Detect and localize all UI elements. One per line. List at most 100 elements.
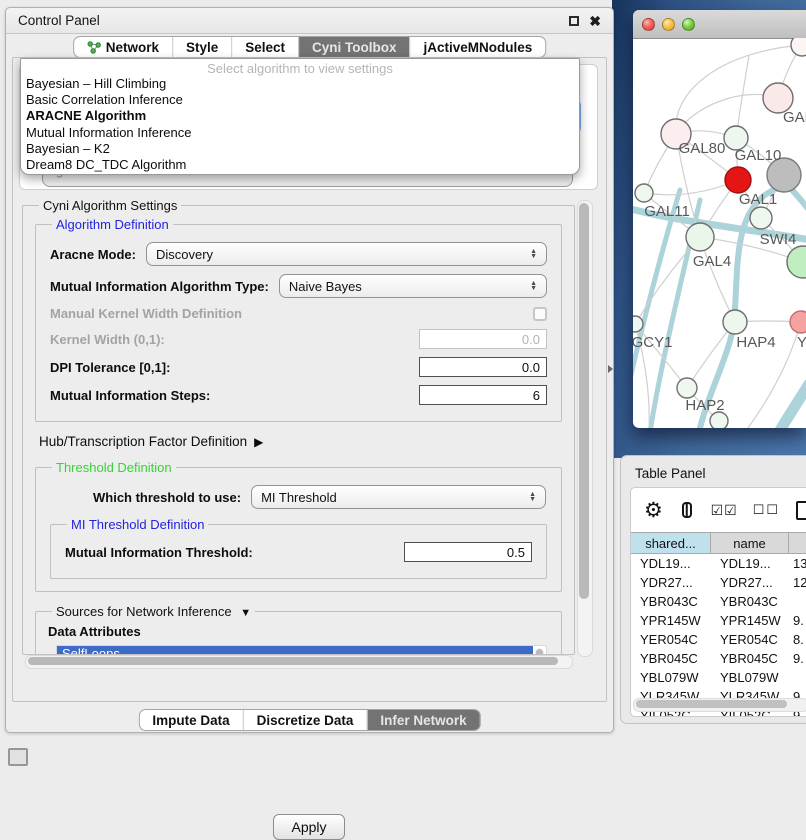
node-label-gal1: GAL1 [739, 191, 777, 208]
float-window-icon[interactable] [569, 16, 579, 26]
close-panel-icon[interactable]: ✖ [589, 14, 601, 28]
collapsed-panel-icon[interactable] [8, 748, 28, 766]
aracne-mode-select[interactable]: Discovery ▲▼ [146, 242, 547, 266]
network-node[interactable] [725, 167, 751, 193]
popup-item-dream8-dc-tdc-algorithm[interactable]: Dream8 DC_TDC Algorithm [21, 157, 579, 173]
mi-algorithm-type-select[interactable]: Naive Bayes ▲▼ [279, 274, 547, 298]
document-icon[interactable] [796, 501, 806, 520]
tab-label: Infer Network [380, 713, 466, 728]
table-cell: YBR045C [711, 651, 789, 666]
network-node[interactable] [791, 38, 806, 56]
popup-item-bayesian-hill-climbing[interactable]: Bayesian – Hill Climbing [21, 76, 579, 92]
network-node-hap2[interactable] [677, 378, 697, 398]
settings-horizontal-scrollbar[interactable] [25, 655, 573, 669]
table-row[interactable]: YPR145WYPR145W9. [631, 611, 806, 630]
tab-select[interactable]: Select [231, 37, 298, 57]
table-row[interactable]: YBR043CYBR043C [631, 592, 806, 611]
tab-network[interactable]: Network [74, 37, 172, 57]
split-column-icon[interactable] [682, 502, 692, 518]
node-label-gal11: GAL11 [644, 203, 690, 220]
close-window-icon[interactable] [642, 18, 655, 31]
kernel-width-field: 0.0 [419, 329, 547, 349]
table-row[interactable]: YDR27...YDR27...12 [631, 573, 806, 592]
control-panel-titlebar: Control Panel ✖ [6, 8, 613, 34]
spinner-arrows-icon: ▲▼ [521, 492, 536, 502]
unchecked-boxes-icon[interactable]: ☐☐ [753, 502, 780, 518]
gear-icon[interactable]: ⚙ [644, 500, 663, 521]
table-row[interactable]: YER054CYER054C8. [631, 630, 806, 649]
table-panel-title: Table Panel [635, 466, 706, 481]
expand-right-icon: ▶ [254, 435, 263, 449]
network-node-gal11[interactable] [635, 184, 653, 202]
node-label-gal: GAL [783, 109, 806, 126]
manual-kernel-checkbox[interactable] [533, 307, 547, 321]
zoom-window-icon[interactable] [682, 18, 695, 31]
table-row[interactable]: YBR045CYBR045C9. [631, 649, 806, 668]
tab-cyni-toolbox[interactable]: Cyni Toolbox [298, 37, 410, 57]
dpi-tolerance-field[interactable]: 0.0 [419, 357, 547, 377]
minimize-window-icon[interactable] [662, 18, 675, 31]
network-icon [87, 41, 101, 54]
cyni-algorithm-settings-group: Cyni Algorithm Settings Algorithm Defini… [22, 198, 575, 655]
panel-collapse-arrow-icon[interactable] [608, 365, 613, 373]
table-cell: 9. [789, 613, 806, 628]
sources-title[interactable]: Sources for Network Inference ▼ [52, 604, 255, 619]
tab-jactivemnodules[interactable]: jActiveMNodules [410, 37, 546, 57]
table-row[interactable]: YDL19...YDL19...13 [631, 554, 806, 573]
table-cell: 9. [789, 651, 806, 666]
network-view-window[interactable]: GALGAL80GAL10GAL1GAL11GAL4SWI4GCY1HAP4YH… [633, 10, 806, 428]
tab-style[interactable]: Style [172, 37, 231, 57]
node-label-swi4: SWI4 [760, 231, 797, 248]
node-label-gal80: GAL80 [679, 140, 726, 157]
apply-button[interactable]: Apply [273, 814, 344, 840]
table-cell: YDL19... [631, 556, 711, 571]
popup-item-mutual-information-inference[interactable]: Mutual Information Inference [21, 125, 579, 141]
table-toolbar: ⚙ ☑☑ ☐☐ [631, 488, 806, 532]
which-threshold-select[interactable]: MI Threshold ▲▼ [251, 485, 546, 509]
tab-label: jActiveMNodules [424, 40, 533, 55]
column-header-name[interactable]: name [711, 533, 789, 553]
table-horizontal-scrollbar[interactable] [633, 698, 806, 712]
popup-item-bayesian-k2[interactable]: Bayesian – K2 [21, 141, 579, 157]
column-header-2[interactable] [789, 533, 806, 553]
mi-threshold-definition-group: MI Threshold Definition Mutual Informati… [50, 517, 547, 579]
settings-group-title: Cyni Algorithm Settings [39, 198, 181, 213]
network-node-y[interactable] [790, 311, 806, 333]
mi-steps-field[interactable]: 6 [419, 385, 547, 405]
network-node-gcy1[interactable] [633, 316, 643, 332]
network-node-hap4[interactable] [723, 310, 747, 334]
network-node-swi4[interactable] [787, 246, 806, 278]
table-cell: 13 [789, 556, 806, 571]
checked-boxes-icon[interactable]: ☑☑ [711, 502, 738, 519]
node-label-y: Y [797, 334, 806, 351]
data-attributes-list[interactable]: SelfLoopsTopologicalCoefficientBetweenne… [56, 645, 547, 655]
mi-threshold-field[interactable]: 0.5 [404, 542, 532, 562]
bottom-tab-infer-network[interactable]: Infer Network [366, 710, 479, 730]
cyni-bottom-tabstrip: Impute DataDiscretize Data Infer Network [138, 709, 480, 731]
kernel-width-label: Kernel Width (0,1): [50, 332, 165, 347]
mi-threshold-definition-title: MI Threshold Definition [67, 517, 208, 532]
popup-item-aracne-algorithm[interactable]: ARACNE Algorithm [21, 108, 579, 124]
network-node-gal4[interactable] [686, 223, 714, 251]
bottom-tab-impute-data[interactable]: Impute Data [139, 710, 242, 730]
table-panel-body: ⚙ ☑☑ ☐☐ shared...name YDL19...YDL19...13… [630, 487, 806, 717]
settings-vertical-scrollbar[interactable] [577, 200, 593, 657]
hub-definition-expander[interactable]: Hub/Transcription Factor Definition ▶ [39, 434, 560, 449]
network-node-gal1[interactable] [750, 207, 772, 229]
attributes-scrollbar[interactable] [535, 648, 544, 655]
network-canvas[interactable]: GALGAL80GAL10GAL1GAL11GAL4SWI4GCY1HAP4YH… [633, 38, 806, 428]
table-cell: YBL079W [631, 670, 711, 685]
table-body: YDL19...YDL19...13YDR27...YDR27...12YBR0… [631, 554, 806, 717]
popup-item-basic-correlation-inference[interactable]: Basic Correlation Inference [21, 92, 579, 108]
network-edge[interactable] [644, 180, 738, 195]
network-node[interactable] [710, 412, 728, 428]
column-header-shared-[interactable]: shared... [631, 533, 711, 553]
bottom-tab-discretize-data[interactable]: Discretize Data [243, 710, 367, 730]
attribute-item-selfloops[interactable]: SelfLoops [57, 646, 533, 655]
table-cell: YER054C [711, 632, 789, 647]
manual-kernel-label: Manual Kernel Width Definition [50, 306, 242, 321]
popup-item-list: Bayesian – Hill ClimbingBasic Correlatio… [21, 76, 579, 173]
network-window-titlebar[interactable] [633, 10, 806, 39]
network-edge[interactable] [779, 384, 806, 428]
table-row[interactable]: YBL079WYBL079W [631, 668, 806, 687]
